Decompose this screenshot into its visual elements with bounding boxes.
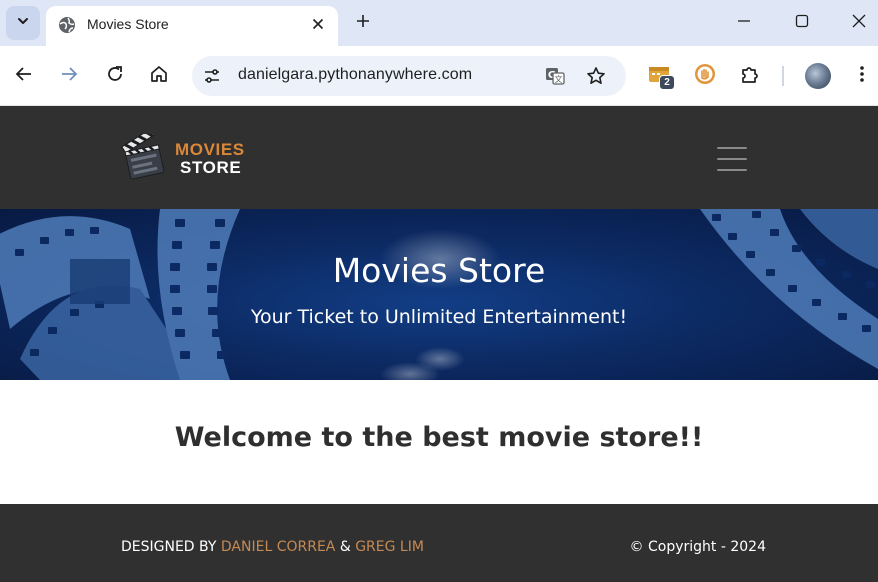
extensions-menu-button[interactable] bbox=[737, 63, 763, 89]
svg-text:文: 文 bbox=[555, 74, 563, 84]
footer-credits: DESIGNED BY DANIEL CORREA & GREG LIM bbox=[121, 539, 424, 555]
maximize-icon bbox=[795, 14, 809, 33]
back-arrow-icon bbox=[15, 65, 33, 88]
tab-title: Movies Store bbox=[87, 16, 169, 32]
profile-avatar[interactable] bbox=[805, 63, 831, 89]
close-icon[interactable] bbox=[308, 14, 328, 34]
back-button[interactable] bbox=[12, 64, 36, 88]
hamburger-icon bbox=[713, 147, 751, 171]
toolbar-separator bbox=[782, 66, 784, 86]
plus-icon bbox=[356, 14, 370, 33]
url-text: danielgara.pythonanywhere.com bbox=[238, 66, 473, 83]
forward-button[interactable] bbox=[57, 64, 81, 88]
minimize-button[interactable] bbox=[731, 10, 757, 36]
extension-button[interactable]: 2 bbox=[646, 63, 675, 90]
globe-icon bbox=[58, 16, 76, 39]
chevron-down-icon bbox=[16, 14, 30, 33]
hero-banner: Movies Store Your Ticket to Unlimited En… bbox=[0, 209, 878, 380]
designed-by-label: DESIGNED BY bbox=[121, 539, 221, 555]
reload-icon bbox=[106, 65, 124, 88]
hero-title: Movies Store bbox=[332, 251, 546, 290]
site-settings-icon[interactable] bbox=[202, 66, 222, 86]
menu-dots-icon bbox=[859, 65, 865, 88]
welcome-heading: Welcome to the best movie store!! bbox=[174, 422, 704, 453]
minimize-icon bbox=[737, 14, 751, 33]
browser-menu-button[interactable] bbox=[850, 64, 874, 88]
puzzle-icon bbox=[739, 63, 761, 90]
home-icon bbox=[150, 65, 168, 88]
tab-strip: Movies Store bbox=[0, 0, 878, 46]
translate-icon[interactable]: G文 bbox=[544, 65, 566, 87]
film-reel-decoration bbox=[0, 209, 878, 380]
window-close-icon bbox=[852, 14, 866, 33]
web-page: MOVIES STORE Movies Store Your Ticket to… bbox=[0, 106, 878, 582]
star-icon[interactable] bbox=[585, 65, 607, 87]
new-tab-button[interactable] bbox=[352, 12, 374, 34]
address-bar[interactable]: danielgara.pythonanywhere.com G文 bbox=[192, 56, 626, 96]
copyright-text: © Copyright - 2024 bbox=[629, 539, 766, 555]
reload-button[interactable] bbox=[103, 64, 127, 88]
ampersand-text: & bbox=[335, 539, 356, 555]
hero-subtitle: Your Ticket to Unlimited Entertainment! bbox=[250, 306, 628, 328]
window-close-button[interactable] bbox=[846, 10, 872, 36]
hand-icon bbox=[693, 62, 717, 91]
browser-tab[interactable]: Movies Store bbox=[46, 6, 338, 46]
navbar-toggle-button[interactable] bbox=[713, 142, 751, 172]
extension-badge: 2 bbox=[659, 75, 675, 90]
logo-text-store: STORE bbox=[180, 158, 242, 177]
author-link-greg[interactable]: GREG LIM bbox=[355, 539, 424, 555]
site-navbar: MOVIES STORE bbox=[0, 106, 878, 209]
site-footer: DESIGNED BY DANIEL CORREA & GREG LIM © C… bbox=[0, 504, 878, 582]
logo-text-movies: MOVIES bbox=[175, 140, 245, 159]
tab-search-button[interactable] bbox=[6, 6, 40, 40]
forward-arrow-icon bbox=[60, 65, 78, 88]
author-link-daniel[interactable]: DANIEL CORREA bbox=[221, 539, 335, 555]
maximize-button[interactable] bbox=[789, 10, 815, 36]
browser-toolbar: danielgara.pythonanywhere.com G文 2 bbox=[0, 46, 878, 106]
hand-extension-button[interactable] bbox=[692, 63, 718, 89]
clapperboard-icon bbox=[121, 128, 169, 189]
site-logo[interactable]: MOVIES STORE bbox=[121, 128, 261, 184]
home-button[interactable] bbox=[147, 64, 171, 88]
